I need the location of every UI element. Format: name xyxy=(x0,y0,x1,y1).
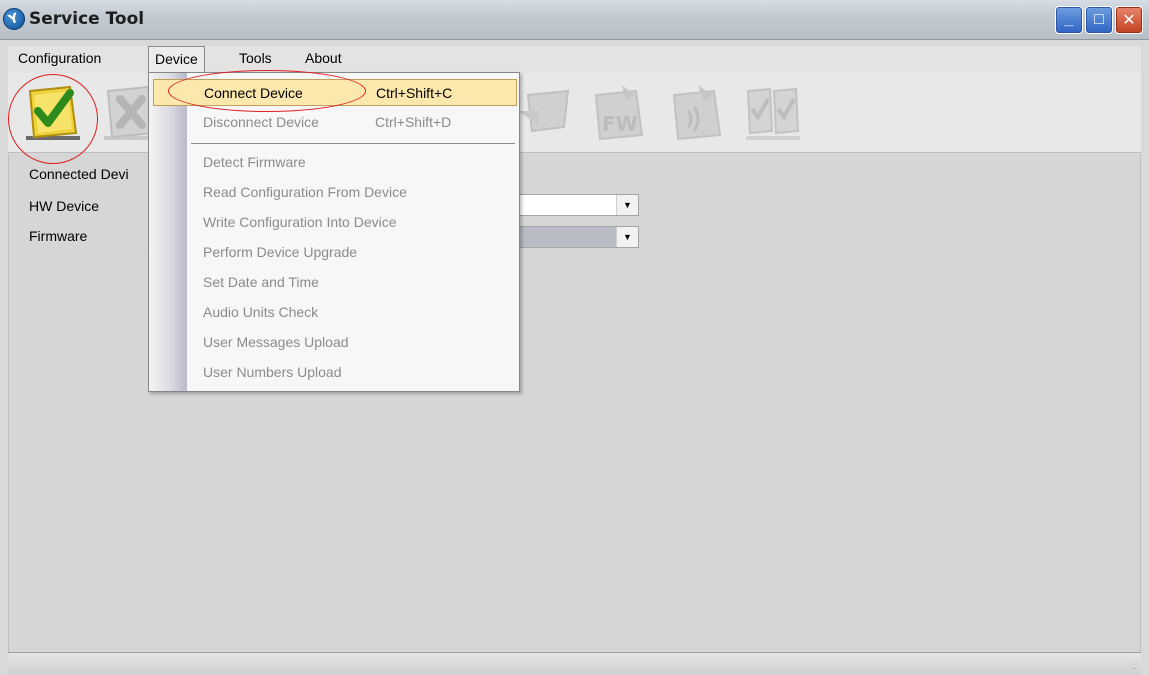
menu-item-set-date-time[interactable]: Set Date and Time xyxy=(153,269,517,296)
title-bar[interactable]: Y Service Tool _ □ ✕ xyxy=(0,0,1149,40)
menu-item-detect-firmware[interactable]: Detect Firmware xyxy=(153,149,517,176)
device-menu: Connect Device Ctrl+Shift+C Disconnect D… xyxy=(148,72,520,392)
menu-item-user-numbers-upload[interactable]: User Numbers Upload xyxy=(153,359,517,386)
close-icon: ✕ xyxy=(1122,12,1136,29)
status-bar: .: xyxy=(8,652,1141,675)
menu-device[interactable]: Device xyxy=(148,46,205,74)
menu-item-shortcut: Ctrl+Shift+C xyxy=(376,85,453,101)
menu-item-read-configuration[interactable]: Read Configuration From Device xyxy=(153,179,517,206)
menu-tools[interactable]: Tools xyxy=(234,50,277,66)
menu-separator xyxy=(191,143,515,144)
menu-item-label: Audio Units Check xyxy=(203,304,319,320)
resize-grip-icon[interactable]: .: xyxy=(1131,661,1137,672)
menu-item-user-messages-upload[interactable]: User Messages Upload xyxy=(153,329,517,356)
hw-device-label: HW Device xyxy=(29,198,100,214)
menu-item-connect-device[interactable]: Connect Device Ctrl+Shift+C xyxy=(153,79,517,106)
menu-item-label: Set Date and Time xyxy=(203,274,319,290)
connect-device-icon[interactable] xyxy=(18,81,88,143)
menu-item-audio-units-check[interactable]: Audio Units Check xyxy=(153,299,517,326)
menu-item-label: User Messages Upload xyxy=(203,334,349,350)
minimize-button[interactable]: _ xyxy=(1055,6,1083,34)
firmware-upgrade-icon[interactable]: FW xyxy=(586,81,656,143)
maximize-button[interactable]: □ xyxy=(1085,6,1113,34)
menu-item-label: Write Configuration Into Device xyxy=(203,214,397,230)
menu-item-disconnect-device[interactable]: Disconnect Device Ctrl+Shift+D xyxy=(153,109,517,136)
connected-device-label: Connected Devi xyxy=(29,166,129,182)
menu-about[interactable]: About xyxy=(300,50,347,66)
chevron-down-icon: ▼ xyxy=(616,195,638,215)
app-icon: Y xyxy=(3,8,25,30)
menu-item-label: Detect Firmware xyxy=(203,154,306,170)
audio-check-icon[interactable] xyxy=(664,81,734,143)
menu-bar: Configuration Device Tools About xyxy=(8,46,1141,74)
minimize-icon: _ xyxy=(1064,11,1074,28)
menu-configuration[interactable]: Configuration xyxy=(13,50,106,66)
menu-item-write-configuration[interactable]: Write Configuration Into Device xyxy=(153,209,517,236)
user-upload-icon[interactable] xyxy=(738,81,808,143)
menu-item-device-upgrade[interactable]: Perform Device Upgrade xyxy=(153,239,517,266)
menu-item-label: Perform Device Upgrade xyxy=(203,244,358,260)
menu-item-label: Read Configuration From Device xyxy=(203,184,407,200)
close-button[interactable]: ✕ xyxy=(1115,6,1143,34)
firmware-label: Firmware xyxy=(29,228,88,244)
menu-item-shortcut: Ctrl+Shift+D xyxy=(375,114,452,130)
chevron-down-icon: ▼ xyxy=(616,227,638,247)
service-tool-window: Y Service Tool _ □ ✕ Configuration Devic… xyxy=(0,0,1149,675)
fw-label: FW xyxy=(602,112,638,136)
maximize-icon: □ xyxy=(1094,11,1104,28)
window-title: Service Tool xyxy=(29,9,145,29)
menu-item-label: Disconnect Device xyxy=(203,114,319,130)
menu-item-label: User Numbers Upload xyxy=(203,364,342,380)
menu-item-label: Connect Device xyxy=(204,85,303,101)
